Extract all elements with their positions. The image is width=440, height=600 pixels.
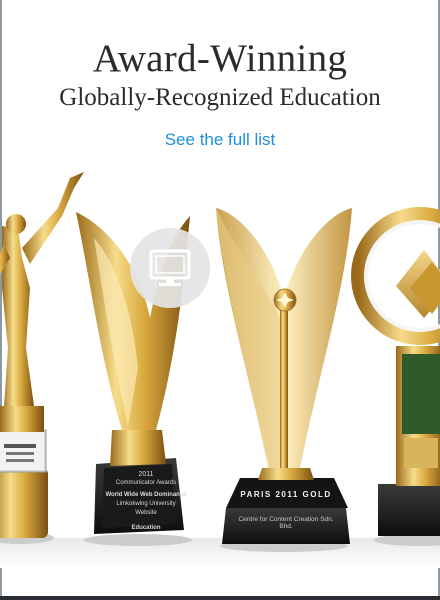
plaque-recipient: Limkokwing University [116,501,176,507]
paris-recipient: Centre for Content Creation Sdn. Bhd. [238,516,334,530]
plaque-org: World Wide Web Dominance [105,492,187,498]
award-panel: Award-Winning Globally-Recognized Educat… [0,0,440,600]
ring-trophy [351,207,440,546]
paris-plaque-name: Centre for Content Creation Sdn. Bhd. [234,516,338,530]
monitor-play-icon [149,249,191,286]
plaque-year: 2011 [138,471,154,478]
see-full-list-link[interactable]: See the full list [0,130,440,150]
plaque-category: Education [131,525,161,531]
plaque-type: Website [135,510,157,516]
communicator-plaque: 2011 Communicator Awards World Wide Web … [102,470,190,533]
paris-band-text: PARIS 2011 GOLD [240,490,332,499]
panel-subtitle: Globally-Recognized Education [59,84,381,111]
panel-title: Award-Winning [92,37,348,80]
video-play-button[interactable] [130,228,210,308]
trophies-image [0,172,440,568]
paris-plaque-band: PARIS 2011 GOLD [228,490,344,499]
floor-reflection [0,538,440,568]
plaque-award-name: Communicator Awards [115,480,177,486]
v-trophy [216,208,352,552]
figure-trophy [0,172,84,544]
